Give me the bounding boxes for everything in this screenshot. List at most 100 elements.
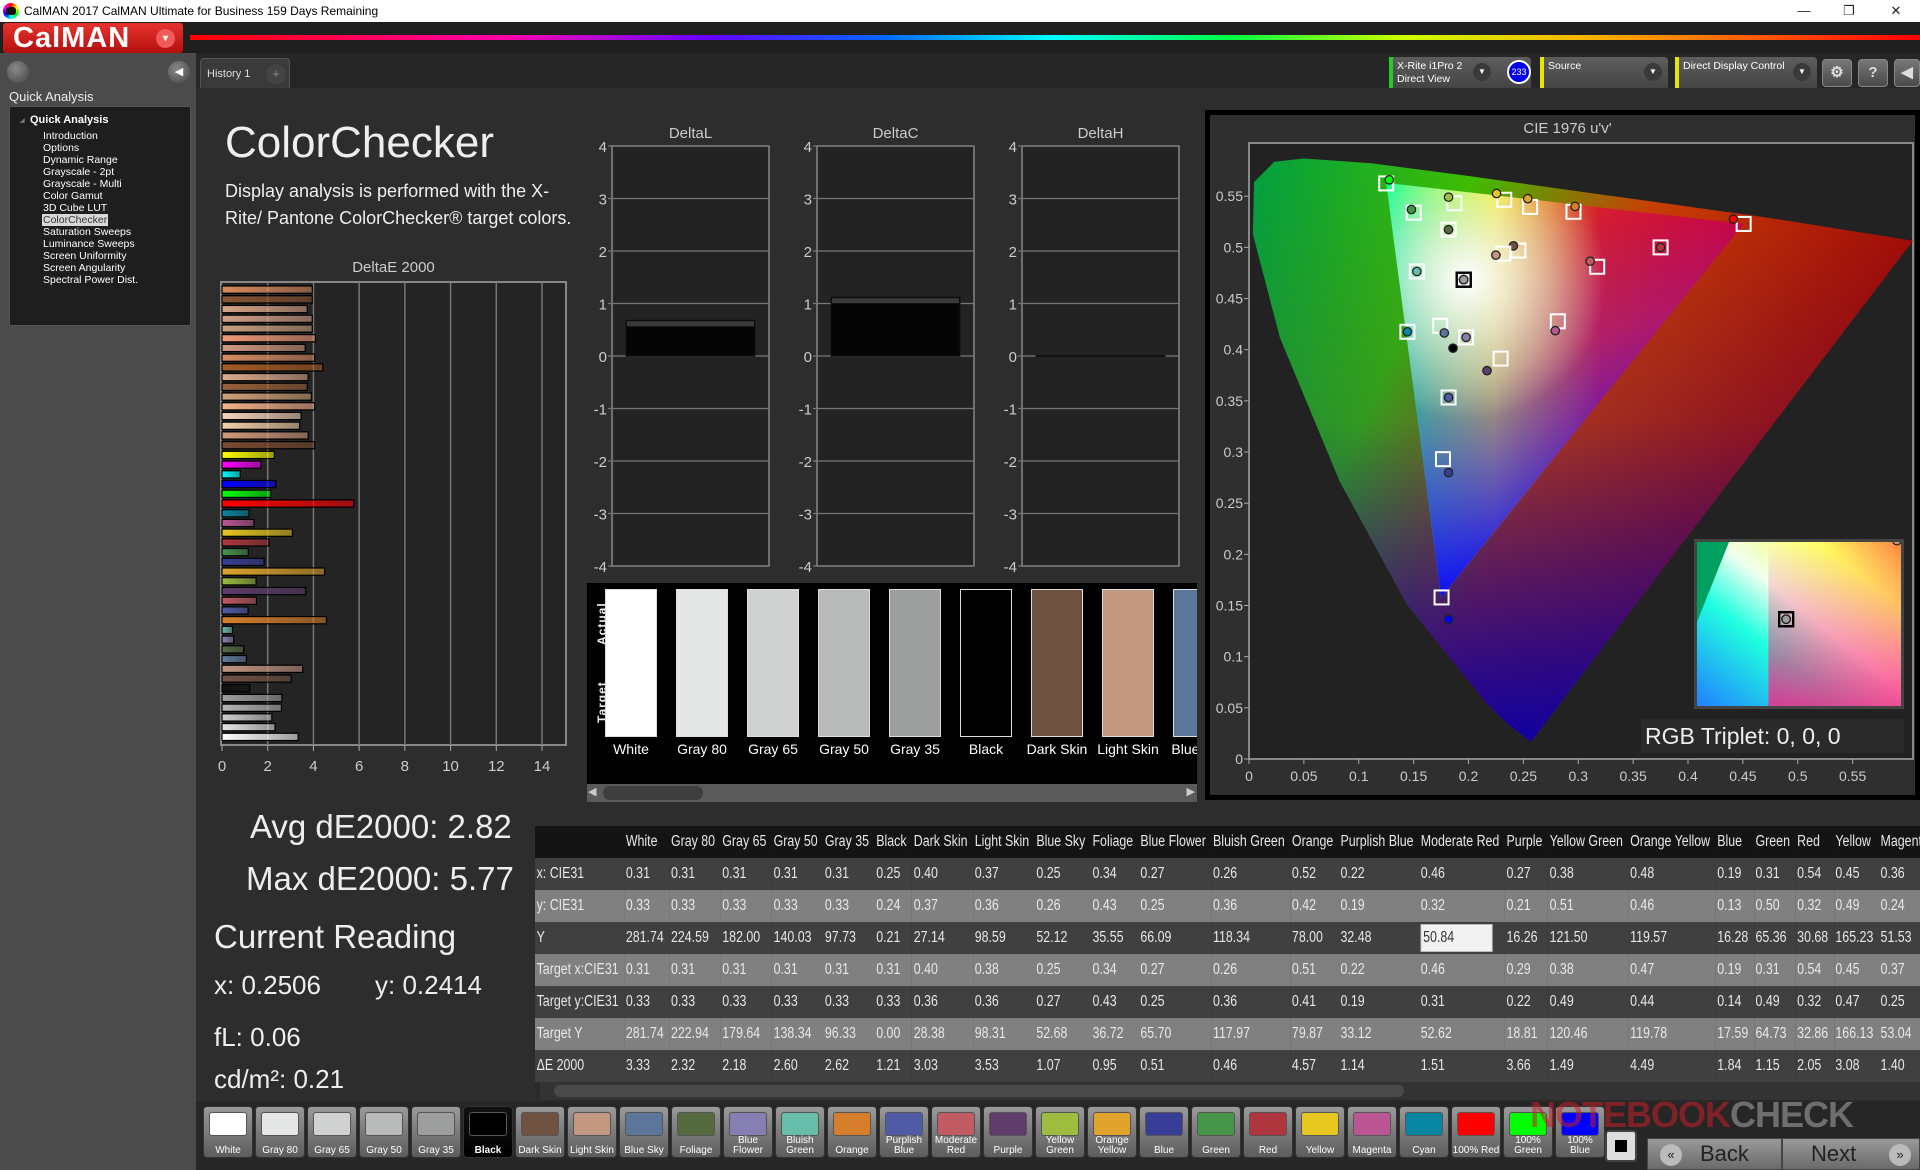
table-cell[interactable]: 0.54 [1796, 954, 1834, 986]
table-cell[interactable]: 0.24 [1879, 890, 1920, 922]
source-selector[interactable]: Source ▼ [1540, 57, 1668, 88]
table-cell[interactable]: 0.36 [1211, 986, 1290, 1018]
table-cell[interactable]: 1.21 [875, 1050, 913, 1082]
patch-button[interactable]: Light Skin [567, 1106, 617, 1158]
table-cell[interactable]: 52.68 [1035, 1018, 1091, 1050]
collapse-sidebar-button[interactable]: ◀ [168, 61, 190, 83]
column-header[interactable]: Yellow [1834, 826, 1879, 858]
table-cell[interactable]: 2.05 [1796, 1050, 1834, 1082]
minimize-button[interactable]: — [1784, 0, 1824, 22]
table-cell[interactable]: 0.51 [1139, 1050, 1212, 1082]
display-control-selector[interactable]: Direct Display Control ▼ [1675, 57, 1817, 88]
column-header[interactable]: Gray 50 [772, 826, 823, 858]
tab-history-1[interactable]: History 1 + [200, 58, 290, 88]
table-cell[interactable]: 0.47 [1628, 954, 1715, 986]
sidebar-item[interactable]: Luminance Sweeps [42, 238, 136, 250]
table-cell[interactable]: 0.42 [1290, 890, 1339, 922]
table-cell[interactable]: 166.13 [1834, 1018, 1879, 1050]
add-tab-button[interactable]: + [266, 64, 286, 84]
table-cell[interactable]: 52.12 [1035, 922, 1091, 954]
column-header[interactable]: Yellow Green [1548, 826, 1629, 858]
calman-menu-button[interactable]: CalMAN ▾ [3, 23, 183, 53]
table-cell[interactable]: 0.50 [1754, 890, 1796, 922]
table-cell[interactable]: 98.59 [973, 922, 1035, 954]
table-cell[interactable]: 0.51 [1290, 954, 1339, 986]
chevron-down-icon[interactable]: ▼ [1793, 63, 1811, 81]
sidebar-item[interactable]: Introduction [42, 130, 99, 142]
chevron-down-icon[interactable]: ▼ [1644, 63, 1662, 81]
patch-button[interactable]: Black [463, 1106, 513, 1158]
restore-button[interactable]: ❐ [1829, 0, 1869, 22]
patch-button[interactable]: Magenta [1347, 1106, 1397, 1158]
patch-button[interactable]: Cyan [1399, 1106, 1449, 1158]
table-cell[interactable]: 0.36 [1879, 858, 1920, 890]
table-cell[interactable]: 0.46 [1211, 1050, 1290, 1082]
table-cell[interactable]: 0.43 [1091, 890, 1139, 922]
column-header[interactable]: Purplish Blue [1339, 826, 1419, 858]
patch-button[interactable]: Foliage [671, 1106, 721, 1158]
table-cell[interactable]: 36.72 [1091, 1018, 1139, 1050]
table-cell[interactable]: 0.37 [1879, 954, 1920, 986]
patch-swatch[interactable] [818, 589, 870, 737]
column-header[interactable]: Purple [1505, 826, 1548, 858]
table-cell[interactable]: 0.33 [624, 986, 669, 1018]
table-cell[interactable]: 0.33 [624, 890, 669, 922]
table-cell[interactable]: 0.37 [912, 890, 973, 922]
table-cell[interactable]: 0.46 [1419, 954, 1505, 986]
sidebar-item[interactable]: Color Gamut [42, 190, 104, 202]
table-cell[interactable]: 0.31 [772, 858, 823, 890]
table-cell[interactable]: 50.84 [1419, 922, 1505, 954]
patch-swatch[interactable] [889, 589, 941, 737]
table-cell[interactable]: 33.12 [1339, 1018, 1419, 1050]
table-cell[interactable]: 0.26 [1035, 890, 1091, 922]
patch-button[interactable]: Gray 50 [359, 1106, 409, 1158]
table-cell[interactable]: 281.74 [624, 922, 669, 954]
table-cell[interactable]: 0.19 [1339, 986, 1419, 1018]
table-cell[interactable]: 0.46 [1419, 858, 1505, 890]
table-cell[interactable]: 18.81 [1505, 1018, 1548, 1050]
table-cell[interactable]: 0.40 [912, 954, 973, 986]
table-cell[interactable]: 53.04 [1879, 1018, 1920, 1050]
table-cell[interactable]: 0.33 [721, 986, 772, 1018]
column-header[interactable]: Gray 35 [823, 826, 874, 858]
patch-button[interactable]: Gray 80 [255, 1106, 305, 1158]
table-cell[interactable]: 224.59 [669, 922, 720, 954]
table-cell[interactable]: 0.24 [875, 890, 913, 922]
sidebar-item[interactable]: Grayscale - 2pt [42, 166, 115, 178]
patch-button[interactable]: Red [1243, 1106, 1293, 1158]
table-cell[interactable]: 3.08 [1834, 1050, 1879, 1082]
table-cell[interactable]: 0.22 [1339, 954, 1419, 986]
table-cell[interactable]: 1.07 [1035, 1050, 1091, 1082]
table-cell[interactable]: 0.33 [721, 890, 772, 922]
table-cell[interactable]: 0.19 [1716, 954, 1754, 986]
table-cell[interactable]: 79.87 [1290, 1018, 1339, 1050]
table-cell[interactable]: 0.25 [1035, 954, 1091, 986]
column-header[interactable]: Light Skin [973, 826, 1035, 858]
table-cell[interactable]: 0.22 [1339, 858, 1419, 890]
collapse-right-icon[interactable]: ◀ [1894, 59, 1920, 87]
table-cell[interactable]: 119.78 [1628, 1018, 1715, 1050]
patch-button[interactable]: Gray 35 [411, 1106, 461, 1158]
table-cell[interactable]: 0.47 [1834, 986, 1879, 1018]
table-cell[interactable]: 0.46 [1628, 890, 1715, 922]
sidebar-item[interactable]: Grayscale - Multi [42, 178, 123, 190]
patch-button[interactable]: Moderate Red [931, 1106, 981, 1158]
patch-button[interactable]: Gray 65 [307, 1106, 357, 1158]
sidebar-item[interactable]: Spectral Power Dist. [42, 274, 139, 286]
close-button[interactable]: ✕ [1876, 0, 1916, 22]
table-cell[interactable]: 0.25 [1139, 890, 1212, 922]
table-cell[interactable]: 0.21 [1505, 890, 1548, 922]
table-cell[interactable]: 66.09 [1139, 922, 1212, 954]
patch-button[interactable]: Orange Yellow [1087, 1106, 1137, 1158]
scrollbar-thumb[interactable] [554, 1085, 1404, 1097]
sidebar-item[interactable]: Screen Angularity [42, 262, 126, 274]
column-header[interactable]: Moderate Red [1419, 826, 1505, 858]
table-cell[interactable]: 98.31 [973, 1018, 1035, 1050]
table-cell[interactable]: 0.49 [1548, 986, 1629, 1018]
table-cell[interactable]: 179.64 [721, 1018, 772, 1050]
patch-button[interactable]: 100% Red [1451, 1106, 1501, 1158]
column-header[interactable]: Black [875, 826, 913, 858]
table-cell[interactable]: 0.33 [669, 890, 720, 922]
help-icon[interactable]: ? [1858, 59, 1888, 87]
patch-swatch[interactable] [1102, 589, 1154, 737]
